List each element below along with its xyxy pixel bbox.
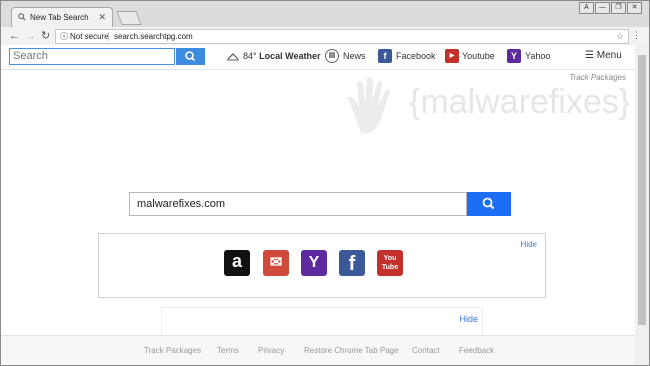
footer-contact-link[interactable]: Contact: [412, 346, 440, 355]
browser-menu-icon[interactable]: ⋮: [632, 30, 641, 41]
footer-terms-link[interactable]: Terms: [217, 346, 239, 355]
footer-restore-link[interactable]: Restore Chrome Tab Page: [304, 346, 399, 355]
news-icon: ▤: [325, 49, 339, 63]
hide-link[interactable]: Hide: [459, 314, 478, 324]
new-tab-button[interactable]: [116, 11, 142, 25]
reload-icon[interactable]: ↻: [41, 29, 50, 43]
tab-close-icon[interactable]: ✕: [98, 12, 106, 23]
top-search-input[interactable]: [9, 48, 175, 65]
yahoo-icon: Y: [507, 49, 521, 63]
site-top-bar: 84° Local Weather ▤ News f Facebook ▶ Yo…: [1, 45, 635, 70]
minimize-button[interactable]: —: [595, 2, 610, 14]
bookmark-star-icon[interactable]: ☆: [616, 30, 624, 43]
hamburger-icon: ☰: [585, 50, 594, 61]
weather-icon: [227, 53, 239, 61]
secondary-panel: Hide: [161, 307, 483, 338]
weather-link[interactable]: 84° Local Weather: [243, 51, 321, 61]
forward-arrow-icon[interactable]: →: [25, 29, 36, 43]
footer-feedback-link[interactable]: Feedback: [459, 346, 494, 355]
search-icon: [185, 51, 196, 62]
back-arrow-icon[interactable]: ←: [9, 29, 20, 43]
address-bar[interactable]: ⓘ Not secure search.searchtpg.com ☆: [55, 29, 629, 44]
shortcuts-panel: Hide a ✉ Y f You Tube: [98, 233, 546, 298]
url-text[interactable]: search.searchtpg.com: [114, 30, 193, 43]
watermark-text: {malwarefixes}: [409, 83, 631, 121]
browser-tab[interactable]: New Tab Search ✕: [11, 7, 113, 28]
gmail-icon[interactable]: ✉: [263, 250, 289, 276]
facebook-icon: f: [378, 49, 392, 63]
yahoo-link[interactable]: Yahoo: [525, 51, 550, 61]
profile-button[interactable]: A: [579, 2, 594, 14]
weather-label: Local Weather: [259, 51, 321, 61]
main-search-input[interactable]: malwarefixes.com: [129, 192, 467, 216]
footer-privacy-link[interactable]: Privacy: [258, 346, 284, 355]
menu-label: Menu: [596, 50, 622, 61]
menu-button[interactable]: ☰ Menu: [585, 50, 622, 61]
hide-link[interactable]: Hide: [521, 240, 537, 249]
amazon-icon[interactable]: a: [224, 250, 250, 276]
info-icon[interactable]: ⓘ: [60, 30, 68, 43]
main-search-button[interactable]: [467, 192, 511, 216]
yahoo-icon[interactable]: Y: [301, 250, 327, 276]
footer-track-packages-link[interactable]: Track Packages: [144, 346, 201, 355]
youtube-link[interactable]: Youtube: [462, 51, 495, 61]
facebook-icon[interactable]: f: [339, 250, 365, 276]
maximize-button[interactable]: ❐: [611, 2, 626, 14]
close-window-button[interactable]: ✕: [627, 2, 642, 14]
news-link[interactable]: News: [343, 51, 366, 61]
search-icon: [18, 13, 26, 21]
scrollbar[interactable]: [635, 45, 649, 365]
security-label: Not secure: [70, 32, 109, 41]
youtube-icon[interactable]: You Tube: [377, 250, 403, 276]
youtube-icon: ▶: [445, 49, 459, 63]
page-content: 84° Local Weather ▤ News f Facebook ▶ Yo…: [1, 45, 635, 365]
facebook-link[interactable]: Facebook: [396, 51, 436, 61]
page-footer: Track Packages Terms Privacy Restore Chr…: [1, 335, 635, 365]
search-icon: [482, 197, 495, 210]
tab-title: New Tab Search: [30, 13, 89, 22]
weather-temp: 84°: [243, 51, 257, 61]
tab-strip: New Tab Search ✕ A — ❐ ✕: [1, 1, 649, 28]
browser-window: New Tab Search ✕ A — ❐ ✕ ← → ↻ ⓘ Not sec…: [0, 0, 650, 366]
scrollbar-thumb[interactable]: [638, 55, 646, 325]
track-packages-link[interactable]: Track Packages: [569, 73, 626, 82]
browser-toolbar: ← → ↻ ⓘ Not secure search.searchtpg.com …: [1, 27, 649, 46]
divider: [108, 32, 109, 41]
top-search-button[interactable]: [176, 48, 205, 65]
